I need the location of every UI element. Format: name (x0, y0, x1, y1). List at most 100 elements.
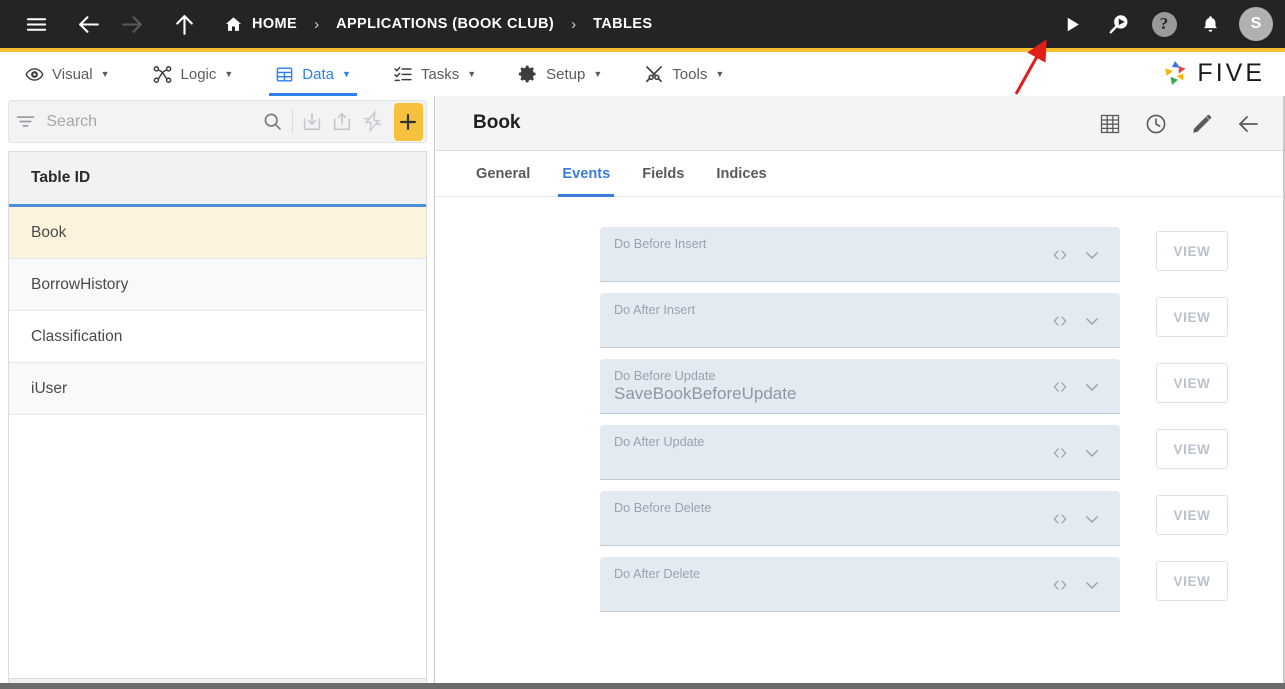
history-clock-icon[interactable] (1133, 96, 1179, 151)
menu-item-tools[interactable]: Tools ▼ (633, 52, 735, 96)
event-field-label: Do Before Update (614, 369, 716, 383)
help-glyph: ? (1151, 11, 1177, 37)
view-button-do-after-update[interactable]: VIEW (1156, 429, 1228, 469)
event-row-do-after-insert: Do After Insert VIEW (600, 293, 1228, 348)
chevron-down-icon[interactable] (1076, 312, 1108, 330)
event-field-label: Do Before Delete (614, 501, 712, 515)
code-brackets-icon[interactable] (1044, 312, 1076, 330)
tab-fields[interactable]: Fields (626, 152, 700, 197)
detail-header: Book (436, 96, 1285, 151)
magnifier-icon[interactable] (257, 100, 287, 143)
column-header-table-id[interactable]: Table ID (9, 152, 426, 207)
event-field-label: Do After Delete (614, 567, 701, 581)
tab-label: Fields (642, 166, 685, 182)
user-avatar[interactable]: S (1239, 7, 1273, 41)
five-logo-text: FIVE (1197, 58, 1265, 87)
table-row-classification[interactable]: Classification (9, 311, 426, 363)
back-arrow-icon[interactable] (1225, 96, 1271, 151)
event-field-icons (1044, 425, 1108, 480)
gear-icon (518, 64, 538, 84)
chevron-down-icon: ▼ (467, 69, 477, 79)
table-row-iuser[interactable]: iUser (9, 363, 426, 415)
table-grid-icon (275, 65, 294, 84)
menu-label-tools: Tools (672, 65, 708, 83)
window-bottom-edge (0, 683, 1285, 689)
view-button-do-before-delete[interactable]: VIEW (1156, 495, 1228, 535)
chevron-down-icon: ▼ (341, 69, 351, 79)
table-grid-icon[interactable] (1087, 96, 1133, 151)
five-application-window: HOME › APPLICATIONS (BOOK CLUB) › TABLES… (0, 0, 1285, 689)
tab-label: General (476, 166, 531, 182)
chevron-down-icon[interactable] (1076, 378, 1108, 396)
filter-icon[interactable] (9, 111, 42, 132)
chevron-down-icon: ▼ (593, 69, 603, 79)
notification-bell-icon[interactable] (1187, 0, 1233, 48)
chevron-down-icon: ▼ (224, 69, 234, 79)
menu-item-logic[interactable]: Logic ▼ (141, 52, 245, 96)
top-navigation-bar: HOME › APPLICATIONS (BOOK CLUB) › TABLES… (0, 0, 1285, 48)
chevron-down-icon[interactable] (1076, 444, 1108, 462)
menu-label-logic: Logic (180, 65, 217, 83)
event-field-label: Do Before Insert (614, 237, 707, 251)
event-field-do-after-update[interactable]: Do After Update (600, 425, 1120, 480)
run-play-icon[interactable] (1049, 0, 1095, 48)
tab-indices[interactable]: Indices (700, 152, 782, 197)
five-brand-logo: FIVE (1160, 56, 1265, 90)
event-field-do-before-delete[interactable]: Do Before Delete (600, 491, 1120, 546)
event-field-do-after-delete[interactable]: Do After Delete (600, 557, 1120, 612)
breadcrumb-tables[interactable]: TABLES (593, 0, 652, 48)
chevron-down-icon[interactable] (1076, 510, 1108, 528)
menu-item-visual[interactable]: Visual ▼ (14, 52, 121, 96)
chevron-down-icon[interactable] (1076, 576, 1108, 594)
breadcrumb-home[interactable]: HOME (224, 0, 297, 48)
up-arrow-icon[interactable] (162, 0, 206, 48)
import-download-icon[interactable] (297, 100, 327, 143)
hamburger-menu-icon[interactable] (14, 0, 58, 48)
back-arrow-icon[interactable] (66, 0, 110, 48)
code-brackets-icon[interactable] (1044, 246, 1076, 264)
event-row-do-before-delete: Do Before Delete VIEW (600, 491, 1228, 546)
event-field-icons (1044, 491, 1108, 546)
add-table-button[interactable] (393, 102, 423, 141)
search-play-icon[interactable] (1095, 0, 1141, 48)
event-field-do-after-insert[interactable]: Do After Insert (600, 293, 1120, 348)
breadcrumb-application[interactable]: APPLICATIONS (BOOK CLUB) (336, 0, 554, 48)
view-button-do-before-update[interactable]: VIEW (1156, 363, 1228, 403)
tab-events[interactable]: Events (546, 152, 626, 197)
forward-arrow-icon[interactable] (110, 0, 154, 48)
menu-item-setup[interactable]: Setup ▼ (507, 52, 613, 96)
table-row-book[interactable]: Book (9, 207, 426, 259)
tools-crossed-icon (644, 64, 664, 84)
topbar-actions: ? S (1049, 0, 1285, 48)
view-button-do-before-insert[interactable]: VIEW (1156, 231, 1228, 271)
code-brackets-icon[interactable] (1044, 378, 1076, 396)
chevron-down-icon: ▼ (715, 69, 725, 79)
menu-label-visual: Visual (52, 65, 93, 83)
export-upload-icon[interactable] (327, 100, 357, 143)
eye-icon (25, 65, 44, 84)
event-field-do-before-insert[interactable]: Do Before Insert (600, 227, 1120, 282)
code-brackets-icon[interactable] (1044, 444, 1076, 462)
five-star-icon (1165, 61, 1186, 85)
chevron-down-icon[interactable] (1076, 246, 1108, 264)
help-icon[interactable]: ? (1141, 0, 1187, 48)
menu-item-data[interactable]: Data ▼ (264, 52, 362, 96)
logic-nodes-icon (152, 64, 173, 85)
edit-pencil-icon[interactable] (1179, 96, 1225, 151)
menu-item-tasks[interactable]: Tasks ▼ (382, 52, 487, 96)
lightning-bolt-icon[interactable] (358, 100, 388, 143)
view-button-do-after-delete[interactable]: VIEW (1156, 561, 1228, 601)
chevron-down-icon: ▼ (100, 69, 110, 79)
code-brackets-icon[interactable] (1044, 576, 1076, 594)
event-field-do-before-update[interactable]: Do Before Update SaveBookBeforeUpdate (600, 359, 1120, 414)
search-input[interactable] (42, 112, 258, 131)
detail-header-actions (1087, 96, 1271, 151)
tab-general[interactable]: General (460, 152, 546, 197)
table-row-borrowhistory[interactable]: BorrowHistory (9, 259, 426, 311)
events-form: Do Before Insert VIEW Do After Insert VI… (436, 197, 1285, 683)
menu-label-setup: Setup (546, 65, 586, 83)
code-brackets-icon[interactable] (1044, 510, 1076, 528)
event-field-icons (1044, 227, 1108, 282)
toolbar-divider (291, 109, 293, 134)
view-button-do-after-insert[interactable]: VIEW (1156, 297, 1228, 337)
